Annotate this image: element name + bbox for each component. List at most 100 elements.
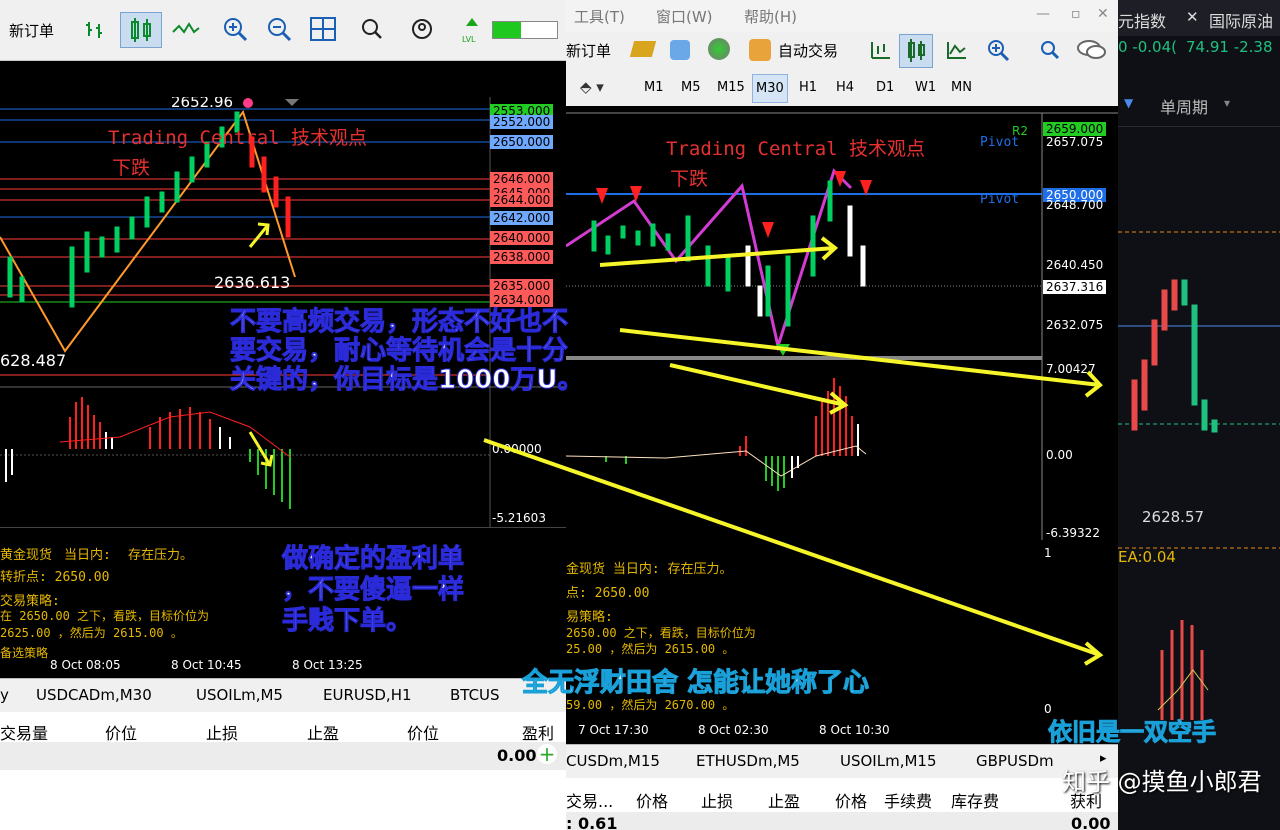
auto-trade-button[interactable]: 自动交易 [778, 40, 838, 61]
right-chart[interactable]: Trading Central 技术观点 下跌 R2 Pivot Pivot 2… [566, 106, 1118, 540]
account-icon[interactable] [411, 18, 433, 40]
search-icon[interactable] [1040, 40, 1060, 60]
add-icon[interactable]: + [537, 744, 557, 764]
tf-m1[interactable]: M1 [644, 80, 664, 95]
macd-high-label: 7.00427 [1046, 362, 1096, 376]
right-terminal-window: 工具(T) 窗口(W) 帮助(H) — ▫ ✕ 新订单 自动交易 ⬘ ▾ M1 … [566, 0, 1118, 830]
right-chart-tabs: CUSDm,M15 ETHUSDm,M5 USOILm,M15 GBPUSDm … [566, 744, 1118, 779]
chart-tab[interactable]: BTCUS [450, 686, 500, 704]
minimize-icon[interactable]: — [1036, 6, 1050, 22]
tab-crude-oil[interactable]: 国际原油 [1209, 8, 1273, 32]
tf-h1[interactable]: H1 [799, 80, 817, 95]
col-header[interactable]: 交易... [566, 788, 613, 812]
col-header[interactable]: 止损 [206, 720, 238, 744]
auto-trade-icon[interactable] [749, 39, 771, 61]
tc-line: 点: 2650.00 [566, 586, 650, 601]
tile-windows-icon[interactable] [310, 17, 336, 41]
annotation-note-2: 做确定的盈利单 ，不要傻逼一样 手贱下单。 [282, 544, 512, 637]
col-header[interactable]: 止盈 [768, 788, 800, 812]
time-label: 8 Oct 10:45 [171, 658, 242, 672]
close-icon[interactable]: ✕ [1186, 8, 1199, 26]
col-header[interactable]: 手续费 [884, 788, 932, 812]
col-header[interactable]: 价格 [636, 788, 668, 812]
col-header[interactable]: 价位 [105, 720, 137, 744]
col-header[interactable]: 价格 [835, 788, 867, 812]
gold-icon[interactable] [629, 41, 657, 57]
draw-tools-icon[interactable]: ⬘ ▾ [580, 78, 604, 96]
tc-line: 存在压力。 [128, 548, 194, 563]
price-axis-label: 2632.075 [1046, 318, 1104, 332]
chart-tab[interactable]: y [0, 686, 9, 704]
connection-bar [492, 21, 558, 39]
tf-mn[interactable]: MN [951, 80, 972, 95]
col-header[interactable]: 库存费 [951, 788, 999, 812]
chevron-down-icon[interactable]: ▾ [1224, 96, 1230, 110]
chart-tab[interactable]: USOILm,M15 [840, 752, 937, 770]
tf-m5[interactable]: M5 [681, 80, 701, 95]
annotation-line: 手贱下单。 [282, 606, 413, 637]
left-terminal-window: 新订单 LVL 2652.96 628.487 2636.613 Trading… [0, 0, 566, 830]
candlestick-icon[interactable] [120, 12, 162, 48]
price-tag: 2635.000 [490, 279, 554, 293]
tc-line: 25.00 ，然后为 2615.00 。 [566, 642, 735, 656]
price-mark: 2628.57 [1142, 508, 1205, 526]
zoom-in-icon[interactable] [986, 38, 1010, 62]
tf-h4[interactable]: H4 [836, 80, 854, 95]
timeframe-bar: ⬘ ▾ M1 M5 M15 M30 H1 H4 D1 W1 MN [566, 68, 1118, 107]
chart-tab[interactable]: EURUSD,H1 [323, 686, 412, 704]
price-axis-label: 2640.450 [1046, 258, 1104, 272]
tc-line: 黄金现货 [0, 548, 53, 563]
chart-tab[interactable]: USDCADm,M30 [36, 686, 152, 704]
period-select[interactable]: 单周期 [1160, 94, 1208, 118]
tf-w1[interactable]: W1 [915, 80, 936, 95]
chart-tab[interactable]: GBPUSDm [976, 752, 1054, 770]
ea-indicator: EA:0.04 [1118, 548, 1176, 566]
menu-help[interactable]: 帮助(H) [744, 6, 797, 27]
new-order-button[interactable]: 新订单 [9, 20, 54, 41]
bar-chart-icon[interactable] [868, 38, 892, 62]
macd-zero-label: 0.00 [1046, 448, 1073, 462]
candlestick-icon[interactable] [899, 34, 933, 68]
zoom-in-icon[interactable] [222, 16, 248, 42]
macd-low-label: -5.21603 [492, 511, 546, 525]
col-header[interactable]: 价位 [407, 720, 439, 744]
tc-line: 在 2650.00 之下，看跌，目标价位为 [0, 609, 210, 623]
history-icon[interactable] [670, 40, 690, 60]
annotation-note: 不要高频交易，形态不好也不 要交易，耐心等待机会是十分 关键的，你目标是1000… [230, 307, 640, 395]
left-trade-table: 交易量 价位 止损 止盈 价位 盈利 0.00 + [0, 712, 566, 830]
tc-line: 金现货 当日内: 存在压力。 [566, 562, 733, 577]
quote-value: 74.91 -2.38 [1186, 38, 1273, 56]
chart-tab[interactable]: CUSDm,M15 [566, 752, 660, 770]
line-chart-icon[interactable] [944, 38, 968, 62]
menu-tools[interactable]: 工具(T) [574, 6, 625, 27]
price-tag: 2637.316 [1043, 280, 1107, 294]
low-price-label: 628.487 [0, 351, 67, 370]
balance-value: : 0.61 [566, 814, 618, 830]
right-trade-table: 交易... 价格 止损 止盈 价格 手续费 库存费 获利 : 0.61 0.00 [566, 778, 1118, 830]
zoom-out-icon[interactable] [266, 16, 292, 42]
new-order-button[interactable]: 新订单 [566, 40, 611, 61]
col-header[interactable]: 盈利 [522, 720, 554, 744]
bar-chart-icon[interactable] [84, 16, 110, 42]
col-header[interactable]: 交易量 [0, 720, 48, 744]
price-tag: 2634.000 [490, 293, 554, 307]
pivot-label: Pivot [980, 192, 1020, 207]
tc-direction: 下跌 [670, 168, 709, 190]
restore-icon[interactable]: ▫ [1071, 6, 1081, 22]
col-header[interactable]: 止盈 [307, 720, 339, 744]
chart-tab[interactable]: USOILm,M5 [196, 686, 283, 704]
line-chart-icon[interactable] [172, 18, 200, 40]
tf-m15[interactable]: M15 [717, 80, 745, 95]
search-icon[interactable] [361, 18, 383, 40]
chart-tab[interactable]: ETHUSDm,M5 [696, 752, 800, 770]
menu-window[interactable]: 窗口(W) [656, 6, 713, 27]
tc-line: 备选策略 [0, 646, 49, 660]
tab-dollar-index[interactable]: 元指数 [1118, 8, 1166, 32]
chat-icon[interactable] [1076, 38, 1106, 62]
tf-d1[interactable]: D1 [876, 80, 894, 95]
tf-m30[interactable]: M30 [752, 74, 788, 103]
col-header[interactable]: 止损 [701, 788, 733, 812]
close-icon[interactable]: ✕ [1097, 6, 1109, 22]
chevron-down-icon[interactable]: ▼ [1124, 96, 1133, 110]
signal-icon[interactable] [708, 38, 730, 60]
